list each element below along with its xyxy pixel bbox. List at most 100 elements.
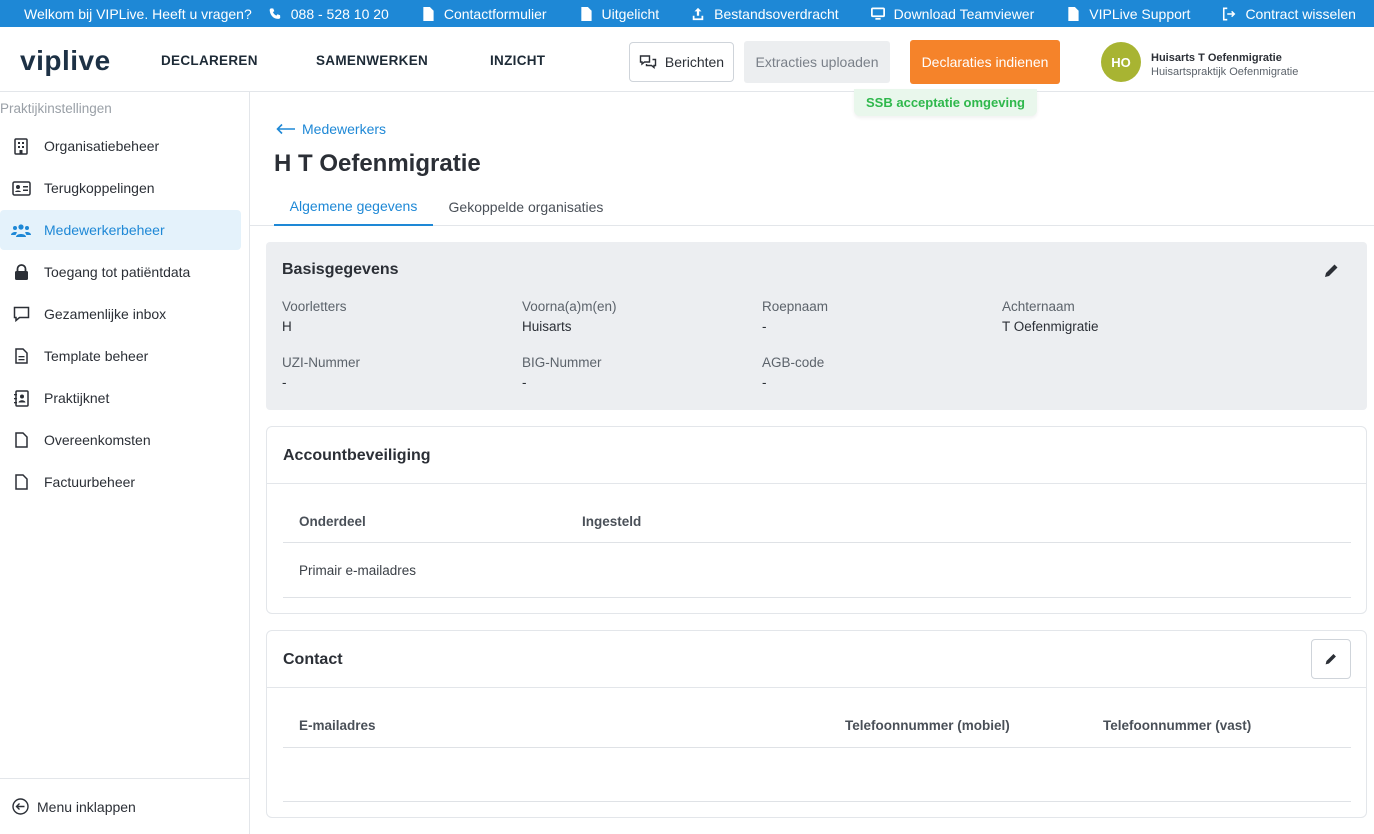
card-divider	[267, 687, 1366, 688]
bestandsoverdracht-label: Bestandsoverdracht	[714, 5, 839, 22]
back-to-medewerkers-link[interactable]: Medewerkers	[276, 121, 386, 137]
field-label-big: BIG-Nummer	[522, 355, 602, 370]
back-link-label: Medewerkers	[302, 121, 387, 137]
sidebar-item-label: Gezamenlijke inbox	[44, 306, 167, 322]
arrow-left-icon	[276, 123, 296, 135]
teamviewer-label: Download Teamviewer	[893, 5, 1035, 22]
sidebar-item-label: Medewerkerbeheer	[44, 222, 165, 238]
declaraties-indienen-button[interactable]: Declaraties indienen	[910, 40, 1060, 84]
row-divider	[283, 597, 1351, 598]
sidebar-item-label: Toegang tot patiëntdata	[44, 264, 191, 280]
berichten-label: Berichten	[664, 54, 725, 70]
arrow-left-circle-icon	[12, 798, 29, 815]
tab-gekoppelde-organisaties[interactable]: Gekoppelde organisaties	[439, 187, 613, 226]
field-label-achternaam: Achternaam	[1002, 299, 1075, 314]
building-icon	[11, 136, 31, 156]
sidebar-item-praktijknet[interactable]: Praktijknet	[0, 378, 241, 418]
extracties-uploaden-button[interactable]: Extracties uploaden	[744, 41, 890, 83]
document-icon	[11, 430, 31, 450]
column-header-onderdeel: Onderdeel	[299, 514, 366, 529]
main-header: viplive DECLAREREN SAMENWERKEN INZICHT B…	[0, 27, 1374, 92]
sidebar-item-medewerkerbeheer[interactable]: Medewerkerbeheer	[0, 210, 241, 250]
sidebar-title: Praktijkinstellingen	[0, 101, 112, 116]
sidebar-item-label: Template beheer	[44, 348, 149, 364]
edit-basisgegevens-button[interactable]	[1320, 259, 1342, 281]
contact-card: Contact E-mailadres Telefoonnummer (mobi…	[266, 630, 1367, 818]
accountbeveiliging-title: Accountbeveiliging	[283, 447, 431, 464]
bestandsoverdracht-link[interactable]: Bestandsoverdracht	[691, 6, 839, 22]
sidebar-item-label: Overeenkomsten	[44, 432, 151, 448]
berichten-button[interactable]: Berichten	[629, 42, 734, 82]
field-value-agb: -	[762, 375, 767, 390]
field-label-uzi: UZI-Nummer	[282, 355, 360, 370]
uitgelicht-link[interactable]: Uitgelicht	[579, 5, 660, 22]
sidebar-item-label: Factuurbeheer	[44, 474, 136, 490]
welcome-text: Welkom bij VIPLive. Heeft u vragen?	[24, 5, 252, 22]
field-value-voorletters: H	[282, 319, 292, 334]
field-value-voornamen: Huisarts	[522, 319, 572, 334]
sidebar-item-label: Praktijknet	[44, 390, 110, 406]
sidebar-item-overeenkomsten[interactable]: Overeenkomsten	[0, 420, 241, 460]
teamviewer-link[interactable]: Download Teamviewer	[870, 5, 1035, 22]
users-icon	[11, 220, 31, 240]
document-lines-icon	[11, 346, 31, 366]
field-value-achternaam: T Oefenmigratie	[1002, 319, 1099, 334]
contact-title: Contact	[283, 651, 343, 668]
field-value-roepnaam: -	[762, 319, 767, 334]
sidebar-item-toegang-patientdata[interactable]: Toegang tot patiëntdata	[0, 252, 241, 292]
row-divider	[283, 747, 1351, 748]
edit-contact-button[interactable]	[1311, 639, 1351, 679]
user-practice: Huisartspraktijk Oefenmigratie	[1151, 66, 1299, 78]
phone-link[interactable]: 088 - 528 10 20	[268, 6, 389, 22]
tab-algemene-gegevens[interactable]: Algemene gegevens	[274, 187, 433, 226]
tab-bar: Algemene gegevens Gekoppelde organisatie…	[250, 187, 1374, 226]
sidebar-item-factuurbeheer[interactable]: Factuurbeheer	[0, 462, 241, 502]
field-value-uzi: -	[282, 375, 287, 390]
pencil-icon	[1325, 654, 1336, 665]
document-icon	[421, 6, 435, 21]
uitgelicht-label: Uitgelicht	[601, 5, 660, 22]
field-label-voorletters: Voorletters	[282, 299, 347, 314]
sidebar-item-gezamenlijke-inbox[interactable]: Gezamenlijke inbox	[0, 294, 241, 334]
basisgegevens-title: Basisgegevens	[282, 261, 399, 278]
page-title: H T Oefenmigratie	[274, 150, 481, 177]
top-info-bar: Welkom bij VIPLive. Heeft u vragen? 088 …	[0, 0, 1374, 27]
menu-inklappen-button[interactable]: Menu inklappen	[0, 778, 249, 834]
menu-inklappen-label: Menu inklappen	[37, 798, 136, 815]
field-label-agb: AGB-code	[762, 355, 825, 370]
chat-icon	[11, 304, 31, 324]
support-link[interactable]: VIPLive Support	[1066, 6, 1190, 22]
contactformulier-link[interactable]: Contactformulier	[421, 6, 547, 22]
contract-wisselen-link[interactable]: Contract wisselen	[1222, 6, 1356, 22]
sidebar-item-template-beheer[interactable]: Template beheer	[0, 336, 241, 376]
sidebar-item-label: Organisatiebeheer	[44, 138, 160, 154]
upload-icon	[691, 7, 705, 21]
document-icon	[1066, 6, 1080, 21]
user-name[interactable]: Huisarts T Oefenmigratie	[1151, 52, 1282, 64]
sidebar-item-terugkoppelingen[interactable]: Terugkoppelingen	[0, 168, 241, 208]
contract-wisselen-label: Contract wisselen	[1245, 5, 1356, 22]
sidebar-item-organisatiebeheer[interactable]: Organisatiebeheer	[0, 126, 241, 166]
lock-icon	[11, 262, 31, 282]
phone-label: 088 - 528 10 20	[290, 5, 389, 22]
column-header-telefoon-vast: Telefoonnummer (vast)	[1103, 718, 1252, 733]
row-divider	[283, 801, 1351, 802]
card-divider	[267, 483, 1366, 484]
support-label: VIPLive Support	[1089, 5, 1191, 22]
viplive-logo[interactable]: viplive	[20, 45, 111, 77]
nav-samenwerken[interactable]: SAMENWERKEN	[316, 53, 428, 68]
environment-badge: SSB acceptatie omgeving	[854, 89, 1037, 116]
column-header-ingesteld: Ingesteld	[582, 514, 642, 529]
sidebar: Praktijkinstellingen Organisatiebeheer T…	[0, 92, 250, 834]
sign-out-icon	[1222, 7, 1236, 21]
contactformulier-label: Contactformulier	[443, 5, 547, 22]
column-header-telefoon-mobiel: Telefoonnummer (mobiel)	[845, 718, 1010, 733]
field-label-roepnaam: Roepnaam	[762, 299, 829, 314]
column-header-emailadres: E-mailadres	[299, 718, 376, 733]
basisgegevens-card: Basisgegevens Voorletters H Voorna(a)m(e…	[266, 242, 1367, 410]
nav-inzicht[interactable]: INZICHT	[490, 53, 545, 68]
contact-book-icon	[11, 388, 31, 408]
nav-declareren[interactable]: DECLAREREN	[161, 53, 258, 68]
avatar[interactable]: HO	[1101, 42, 1141, 82]
table-row: Primair e-mailadres	[299, 563, 417, 578]
